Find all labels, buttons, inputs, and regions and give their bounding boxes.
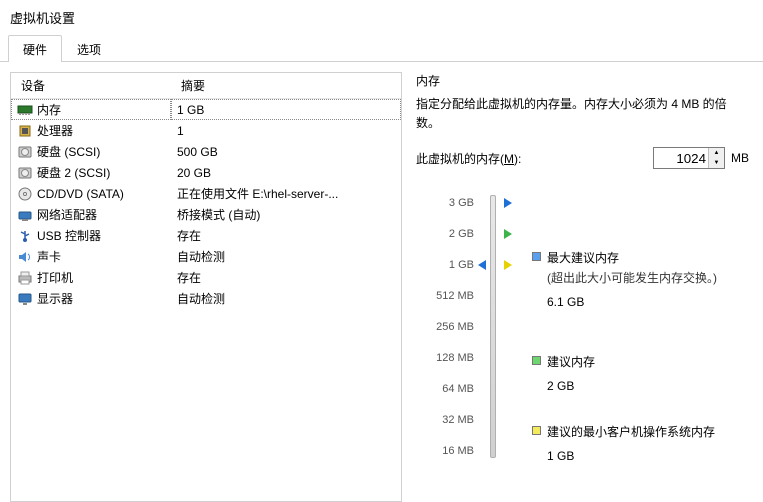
device-summary: 1 GB (171, 99, 401, 121)
marker-min-icon (504, 260, 512, 270)
memory-spin-down[interactable]: ▼ (709, 158, 724, 168)
usb-icon (17, 228, 33, 244)
slider-tick-label: 1 GB (416, 249, 474, 280)
device-summary: 1 (171, 120, 401, 141)
tabs: 硬件 选项 (0, 31, 763, 62)
table-row[interactable]: CD/DVD (SATA) 正在使用文件 E:\rhel-server-... (11, 183, 401, 204)
device-name: 处理器 (37, 122, 73, 139)
memory-panel: 内存 指定分配给此虚拟机的内存量。内存大小必须为 4 MB 的倍数。 此虚拟机的… (412, 72, 753, 502)
memory-legend: 最大建议内存 (超出此大小可能发生内存交换。) 6.1 GB 建议内存 2 GB (532, 187, 749, 466)
legend-min-label: 建议的最小客户机操作系统内存 (547, 423, 715, 441)
legend-min-swatch-icon (532, 426, 541, 435)
device-name: 硬盘 (SCSI) (37, 143, 100, 160)
device-name: CD/DVD (SATA) (37, 187, 124, 201)
table-row[interactable]: 内存 1 GB (11, 99, 401, 121)
device-name: 声卡 (37, 248, 61, 265)
tab-hardware[interactable]: 硬件 (8, 35, 62, 62)
printer-icon (17, 270, 33, 286)
device-summary: 存在 (171, 267, 401, 288)
device-summary: 桥接模式 (自动) (171, 204, 401, 225)
window-title: 虚拟机设置 (0, 0, 763, 31)
table-row[interactable]: USB 控制器 存在 (11, 225, 401, 246)
legend-max-swatch-icon (532, 252, 541, 261)
device-name: 显示器 (37, 290, 73, 307)
slider-tick-label: 128 MB (416, 342, 474, 373)
legend-max-label: 最大建议内存 (547, 249, 717, 267)
slider-tick-label: 2 GB (416, 218, 474, 249)
legend-max-value: 6.1 GB (547, 293, 717, 311)
sound-icon (17, 249, 33, 265)
device-table: 设备 摘要 内存1 GB处理器1硬盘 (SCSI)500 GB硬盘 2 (SCS… (11, 73, 401, 309)
cpu-icon (17, 123, 33, 139)
slider-thumb-icon[interactable] (478, 260, 486, 270)
legend-max-note: (超出此大小可能发生内存交换。) (547, 269, 717, 287)
table-row[interactable]: 处理器 1 (11, 120, 401, 141)
disk-icon (17, 165, 33, 181)
device-summary: 存在 (171, 225, 401, 246)
display-icon (17, 291, 33, 307)
table-row[interactable]: 硬盘 2 (SCSI) 20 GB (11, 162, 401, 183)
device-name: USB 控制器 (37, 227, 101, 244)
table-row[interactable]: 打印机 存在 (11, 267, 401, 288)
legend-rec-swatch-icon (532, 356, 541, 365)
memory-slider[interactable] (482, 187, 524, 466)
slider-tick-label: 512 MB (416, 280, 474, 311)
table-row[interactable]: 声卡 自动检测 (11, 246, 401, 267)
legend-min-value: 1 GB (547, 447, 715, 465)
device-summary: 自动检测 (171, 246, 401, 267)
memory-title: 内存 (416, 72, 749, 89)
slider-tick-label: 32 MB (416, 404, 474, 435)
slider-tick-label: 64 MB (416, 373, 474, 404)
table-row[interactable]: 显示器 自动检测 (11, 288, 401, 309)
tab-options[interactable]: 选项 (62, 35, 116, 62)
slider-tick-label: 256 MB (416, 311, 474, 342)
marker-rec-icon (504, 229, 512, 239)
device-name: 硬盘 2 (SCSI) (37, 164, 110, 181)
marker-max-icon (504, 198, 512, 208)
table-row[interactable]: 硬盘 (SCSI) 500 GB (11, 141, 401, 162)
device-name: 内存 (37, 101, 61, 118)
slider-tick-label: 16 MB (416, 435, 474, 466)
memory-spin-up[interactable]: ▲ (709, 148, 724, 158)
memory-desc: 指定分配给此虚拟机的内存量。内存大小必须为 4 MB 的倍数。 (416, 95, 749, 133)
cd-icon (17, 186, 33, 202)
table-row[interactable]: 网络适配器 桥接模式 (自动) (11, 204, 401, 225)
col-device[interactable]: 设备 (11, 73, 171, 99)
memory-input-label: 此虚拟机的内存(M): (416, 150, 521, 167)
memory-icon (17, 102, 33, 118)
legend-rec-label: 建议内存 (547, 353, 595, 371)
disk-icon (17, 144, 33, 160)
device-list-panel: 设备 摘要 内存1 GB处理器1硬盘 (SCSI)500 GB硬盘 2 (SCS… (10, 72, 402, 502)
memory-slider-ticks: 3 GB2 GB1 GB512 MB256 MB128 MB64 MB32 MB… (416, 187, 474, 466)
device-summary: 正在使用文件 E:\rhel-server-... (171, 183, 401, 204)
slider-tick-label: 3 GB (416, 187, 474, 218)
device-name: 打印机 (37, 269, 73, 286)
col-summary[interactable]: 摘要 (171, 73, 401, 99)
device-summary: 20 GB (171, 162, 401, 183)
device-name: 网络适配器 (37, 206, 97, 223)
legend-rec-value: 2 GB (547, 377, 595, 395)
network-icon (17, 207, 33, 223)
device-summary: 500 GB (171, 141, 401, 162)
device-summary: 自动检测 (171, 288, 401, 309)
memory-unit: MB (731, 151, 749, 165)
